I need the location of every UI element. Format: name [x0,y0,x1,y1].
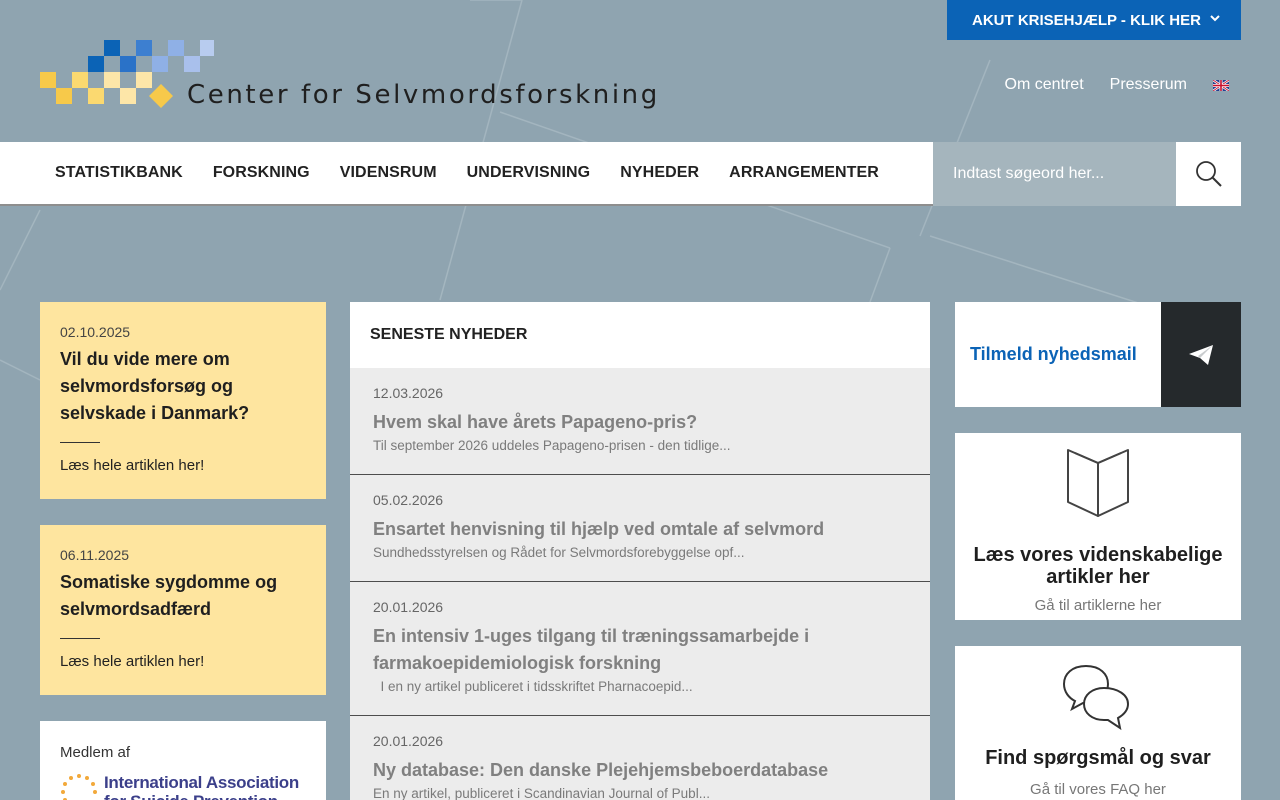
search-button[interactable] [1176,142,1241,206]
logo-text: Center for Selvmordsforskning [187,80,660,110]
news-title: Hvem skal have årets Papageno-pris? [373,412,698,432]
nav-item-undervisning[interactable]: UNDERVISNING [452,164,606,182]
articles-promo[interactable]: Læs vores videnskabelige artikler her Gå… [955,433,1241,620]
news-header: SENESTE NYHEDER [350,302,930,368]
faq-promo-subtitle: Gå til vores FAQ her [1030,781,1166,798]
top-links: Om centret Presserum [1005,76,1229,94]
faq-promo-title: Find spørgsmål og svar [985,747,1211,769]
member-label: Medlem af [60,744,131,761]
nav-item-vidensrum[interactable]: VIDENSRUM [325,164,452,182]
faq-promo[interactable]: Find spørgsmål og svar Gå til vores FAQ … [955,646,1241,800]
news-excerpt: Sundhedsstyrelsen og Rådet for Selvmords… [373,545,745,560]
articles-promo-subtitle: Gå til artiklerne her [1034,597,1162,614]
chevron-down-icon [1210,15,1220,22]
search-input[interactable] [933,142,1176,206]
speech-bubbles-icon [1062,664,1130,731]
newsletter-signup[interactable]: Tilmeld nyhedsmail [955,302,1241,407]
nav-item-forskning[interactable]: FORSKNING [198,164,325,182]
read-more-link[interactable]: Læs hele artiklen her! [60,653,306,670]
news-date: 12.03.2026 [373,385,444,401]
about-link[interactable]: Om centret [1005,76,1084,94]
nav-item-statistikbank[interactable]: STATISTIKBANK [40,164,198,182]
divider [60,442,100,443]
crisis-help-button[interactable]: AKUT KRISEHJÆLP - KLIK HER [947,0,1241,40]
news-item[interactable]: 12.03.2026 Hvem skal have årets Papageno… [350,368,930,475]
feature-date: 02.10.2025 [60,324,131,340]
feature-card[interactable]: 06.11.2025 Somatiske sygdomme og selvmor… [40,525,326,695]
news-title: Ny database: Den danske Plejehjemsbeboer… [373,760,829,780]
news-date: 20.01.2026 [373,733,444,749]
member-card: Medlem af International Association for … [40,721,326,800]
site-logo[interactable]: Center for Selvmordsforskning [40,40,680,112]
news-date: 05.02.2026 [373,492,444,508]
nav-item-nyheder[interactable]: NYHEDER [605,164,714,182]
latest-news-panel: SENESTE NYHEDER 12.03.2026 Hvem skal hav… [350,302,930,800]
send-button[interactable] [1161,302,1241,407]
paper-plane-icon [1189,344,1213,365]
iasp-emblem-icon [61,774,97,800]
feature-title: Somatiske sygdomme og selvmordsadfærd [60,572,278,619]
articles-promo-title: Læs vores videnskabelige artikler her [973,544,1223,588]
news-item[interactable]: 20.01.2026 En intensiv 1-uges tilgang ti… [350,582,930,716]
main-navigation: STATISTIKBANK FORSKNING VIDENSRUM UNDERV… [0,142,1241,206]
news-date: 20.01.2026 [373,599,444,615]
divider [60,638,100,639]
newsletter-label: Tilmeld nyhedsmail [970,344,1137,364]
iasp-logo[interactable]: International Association for Suicide Pr… [60,773,299,800]
news-item[interactable]: 20.01.2026 Ny database: Den danske Pleje… [350,716,930,800]
news-excerpt: Til september 2026 uddeles Papageno-pris… [373,438,731,453]
iasp-name-line2: for Suicide Prevention [104,792,299,800]
search-icon [1195,161,1222,187]
iasp-name-line1: International Association [104,773,299,792]
press-link[interactable]: Presserum [1110,76,1187,94]
feature-card[interactable]: 02.10.2025 Vil du vide mere om selvmords… [40,302,326,499]
news-excerpt: I en ny artikel publiceret i tidsskrifte… [373,679,693,694]
read-more-link[interactable]: Læs hele artiklen her! [60,457,306,474]
news-title: Ensartet henvisning til hjælp ved omtale… [373,519,825,539]
news-title: En intensiv 1-uges tilgang til træningss… [373,626,810,673]
news-item[interactable]: 05.02.2026 Ensartet henvisning til hjælp… [350,475,930,582]
crisis-help-label: AKUT KRISEHJÆLP - KLIK HER [972,11,1201,29]
nav-item-arrangementer[interactable]: ARRANGEMENTER [714,164,894,182]
feature-title: Vil du vide mere om selvmordsforsøg og s… [60,349,250,423]
feature-date: 06.11.2025 [60,547,130,563]
open-book-icon [1067,449,1129,517]
news-excerpt: En ny artikel, publiceret i Scandinavian… [373,786,710,800]
uk-flag-icon[interactable] [1213,79,1229,91]
